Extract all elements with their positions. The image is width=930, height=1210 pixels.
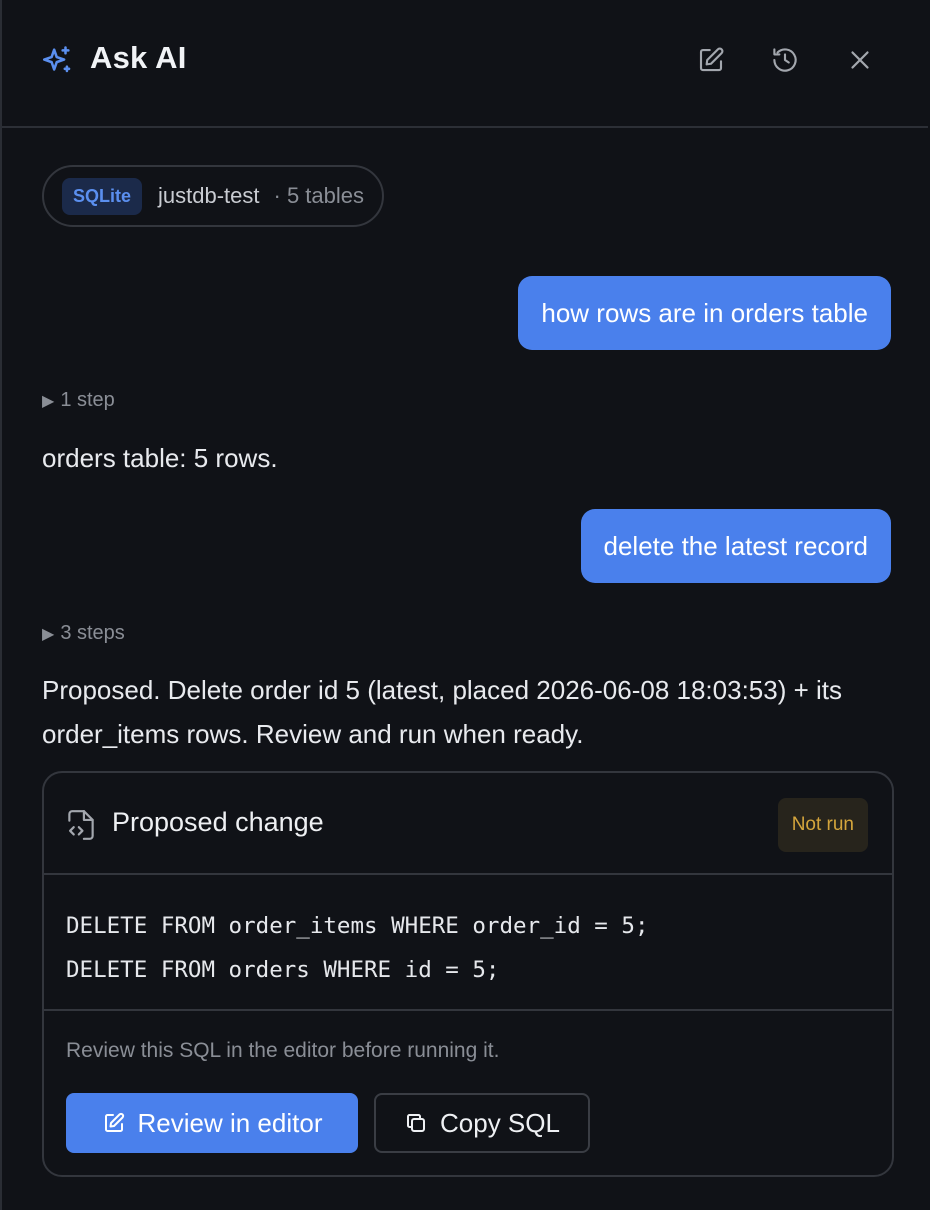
panel-header: Ask AI bbox=[2, 0, 928, 128]
table-count: · 5 tables bbox=[273, 183, 365, 208]
expand-triangle-icon: ▶ bbox=[42, 392, 55, 410]
edit-icon bbox=[104, 1112, 124, 1132]
copy-icon bbox=[407, 1114, 426, 1132]
steps-label: 3 steps bbox=[60, 622, 125, 644]
card-footer: Review this SQL in the editor before run… bbox=[44, 1011, 892, 1175]
sql-line: DELETE FROM order_items WHERE order_id =… bbox=[66, 913, 649, 939]
user-message: how rows are in orders table bbox=[518, 276, 891, 350]
proposed-change-card: Proposed change Not run DELETE FROM orde… bbox=[42, 771, 894, 1177]
expand-triangle-icon: ▶ bbox=[42, 625, 55, 643]
user-message: delete the latest record bbox=[580, 509, 891, 583]
sql-code-block: DELETE FROM order_items WHERE order_id =… bbox=[44, 875, 892, 1011]
panel-title: Ask AI bbox=[90, 40, 187, 75]
status-badge: Not run bbox=[777, 798, 868, 852]
sparkle-icon bbox=[42, 46, 71, 73]
assistant-message: orders table: 5 rows. bbox=[42, 443, 278, 473]
review-button-label: Review in editor bbox=[137, 1107, 323, 1138]
assistant-message: Proposed. Delete order id 5 (latest, pla… bbox=[42, 675, 842, 749]
copy-button-label: Copy SQL bbox=[440, 1107, 560, 1138]
sql-line: DELETE FROM orders WHERE id = 5; bbox=[66, 957, 500, 983]
file-code-icon bbox=[68, 810, 94, 840]
steps-toggle[interactable]: ▶ 3 steps bbox=[42, 622, 125, 645]
review-note: Review this SQL in the editor before run… bbox=[66, 1039, 500, 1062]
new-chat-button[interactable] bbox=[693, 42, 729, 78]
card-header: Proposed change Not run bbox=[44, 773, 892, 875]
copy-sql-button[interactable]: Copy SQL bbox=[374, 1093, 590, 1153]
database-context-chip: SQLite justdb-test · 5 tables bbox=[42, 165, 385, 227]
ask-ai-panel: Ask AI SQLite justdb-test · 5 tables how… bbox=[0, 0, 928, 1210]
steps-label: 1 step bbox=[60, 389, 115, 411]
review-in-editor-button[interactable]: Review in editor bbox=[66, 1093, 358, 1153]
history-button[interactable] bbox=[767, 42, 803, 78]
database-name: justdb-test bbox=[158, 183, 260, 208]
steps-toggle[interactable]: ▶ 1 step bbox=[42, 389, 115, 412]
engine-badge: SQLite bbox=[62, 177, 143, 215]
close-button[interactable] bbox=[842, 42, 878, 78]
close-icon bbox=[851, 51, 869, 69]
history-icon bbox=[773, 48, 797, 72]
new-chat-icon bbox=[699, 47, 724, 72]
card-title: Proposed change bbox=[112, 807, 324, 837]
